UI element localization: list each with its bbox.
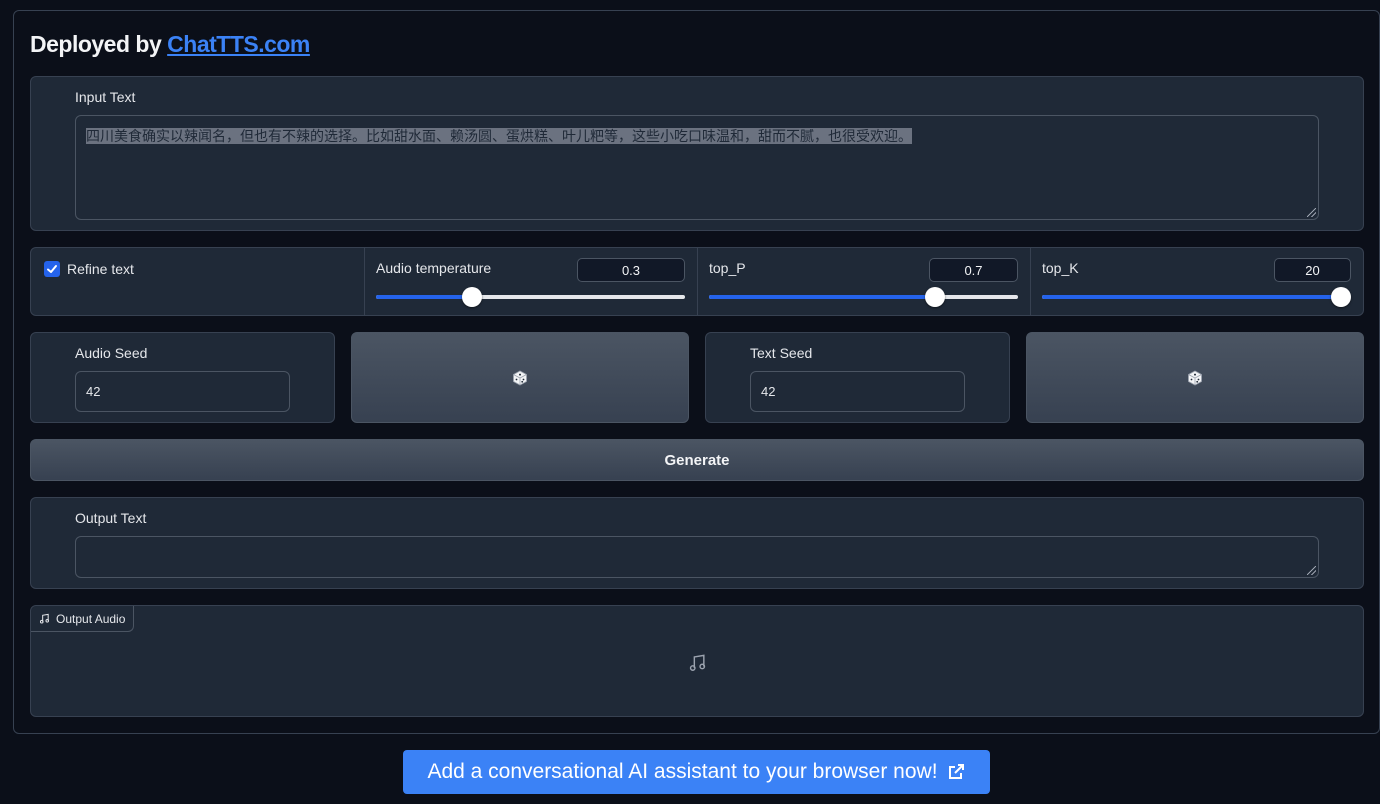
slider-fill [709, 295, 935, 299]
page-title: Deployed by ChatTTS.com [30, 31, 310, 58]
music-note-icon [689, 654, 706, 671]
chattts-link[interactable]: ChatTTS.com [167, 31, 310, 57]
external-link-icon [948, 764, 964, 779]
checkmark-icon [47, 265, 57, 273]
output-text-panel: Output Text [30, 497, 1364, 589]
audio-seed-random-button[interactable] [351, 332, 689, 423]
input-text-label: Input Text [75, 89, 136, 105]
top-p-label: top_P [709, 260, 746, 276]
audio-temperature-slider[interactable] [376, 287, 685, 307]
top-k-label: top_K [1042, 260, 1079, 276]
audio-temperature-label: Audio temperature [376, 260, 492, 276]
divider [1030, 248, 1031, 315]
title-prefix: Deployed by [30, 31, 168, 57]
audio-seed-label: Audio Seed [75, 345, 148, 361]
dice-icon [1188, 370, 1202, 385]
options-panel: Refine text Audio temperature 0.3 top_P … [30, 247, 1364, 316]
output-audio-label: Output Audio [56, 611, 126, 626]
output-audio-panel: Output Audio [30, 605, 1364, 717]
music-note-icon [39, 613, 50, 624]
slider-fill [1042, 295, 1341, 299]
top-k-slider[interactable] [1042, 287, 1351, 307]
text-seed-label: Text Seed [750, 345, 813, 361]
generate-label: Generate [664, 451, 730, 469]
slider-thumb[interactable] [924, 287, 945, 307]
input-text-panel: Input Text 四川美食确实以辣闻名，但也有不辣的选择。比如甜水面、赖汤圆… [30, 76, 1364, 231]
text-seed-panel: Text Seed 42 [705, 332, 1010, 423]
generate-button[interactable]: Generate [30, 439, 1364, 481]
resize-handle-icon[interactable] [1307, 208, 1316, 217]
divider [364, 248, 365, 315]
output-text-area[interactable] [75, 536, 1319, 578]
slider-fill [376, 295, 472, 299]
top-k-input[interactable]: 20 [1274, 258, 1351, 282]
slider-thumb[interactable] [1331, 287, 1351, 307]
banner-text: Add a conversational AI assistant to you… [427, 760, 938, 783]
resize-handle-icon[interactable] [1307, 566, 1316, 575]
audio-seed-panel: Audio Seed 42 [30, 332, 335, 423]
refine-text-label: Refine text [67, 261, 134, 277]
text-seed-input[interactable]: 42 [750, 371, 965, 412]
audio-temperature-input[interactable]: 0.3 [577, 258, 685, 282]
top-p-input[interactable]: 0.7 [929, 258, 1018, 282]
audio-seed-input[interactable]: 42 [75, 371, 290, 412]
text-seed-random-button[interactable] [1026, 332, 1364, 423]
slider-thumb[interactable] [461, 287, 482, 307]
assistant-banner-button[interactable]: Add a conversational AI assistant to you… [403, 750, 990, 794]
input-text-area[interactable]: 四川美食确实以辣闻名，但也有不辣的选择。比如甜水面、赖汤圆、蛋烘糕、叶儿粑等，这… [75, 115, 1319, 220]
top-p-slider[interactable] [709, 287, 1018, 307]
output-audio-tab: Output Audio [31, 606, 135, 632]
dice-icon [513, 370, 527, 385]
divider [697, 248, 698, 315]
output-text-label: Output Text [75, 510, 147, 526]
refine-text-checkbox[interactable] [44, 261, 60, 277]
input-text-value: 四川美食确实以辣闻名，但也有不辣的选择。比如甜水面、赖汤圆、蛋烘糕、叶儿粑等，这… [86, 128, 912, 144]
